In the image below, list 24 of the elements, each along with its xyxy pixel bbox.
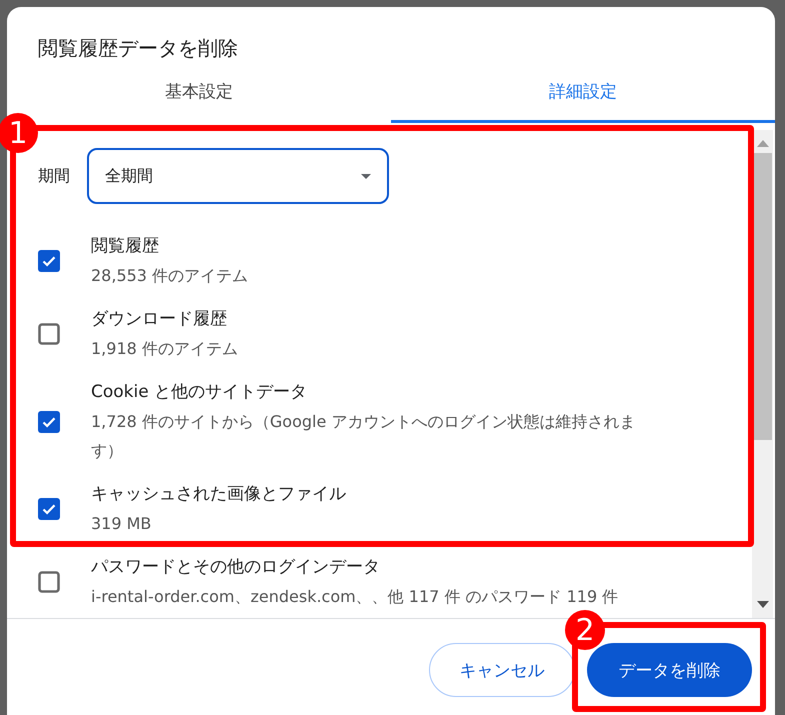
item-detail: 1,918 件のアイテム: [91, 338, 239, 360]
scrollbar[interactable]: [752, 130, 773, 618]
item-label: ダウンロード履歴: [91, 308, 228, 331]
checkbox[interactable]: [38, 498, 60, 520]
item-label: キャッシュされた画像とファイル: [91, 483, 347, 506]
period-dropdown[interactable]: 全期間: [87, 148, 389, 204]
dialog-title: 閲覧履歴データを削除: [37, 35, 239, 62]
scroll-down-icon[interactable]: [756, 601, 768, 608]
item-detail: 28,553 件のアイテム: [91, 265, 250, 287]
checkbox[interactable]: [38, 571, 60, 593]
tab[interactable]: 詳細設定: [391, 75, 775, 123]
checkbox[interactable]: [38, 410, 60, 432]
checkbox[interactable]: [38, 323, 60, 345]
period-label: 期間: [38, 166, 70, 186]
checkbox[interactable]: [38, 250, 60, 272]
item-label: パスワードとその他のログインデータ: [91, 556, 381, 579]
item-detail: 1,728 件のサイトから（Google アカウントへのログイン状態は維持されます）: [91, 411, 636, 462]
delete-button[interactable]: データを削除: [587, 643, 752, 697]
caret-icon: [361, 174, 371, 178]
item-detail: 319 MB: [91, 513, 152, 535]
item-label: Cookie と他のサイトデータ: [91, 381, 308, 404]
cancel-button[interactable]: キャンセル: [429, 643, 575, 697]
item-label: 閲覧履歴: [91, 235, 160, 258]
item-detail: i-rental-order.com、zendesk.com、、他 117 件 のパスワード 119 件: [91, 586, 620, 608]
